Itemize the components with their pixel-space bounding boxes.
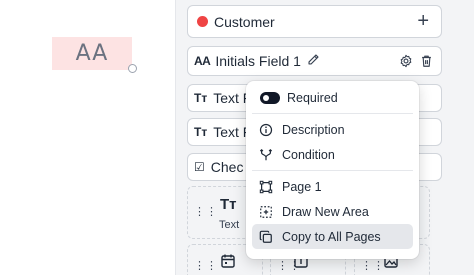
field-name[interactable]: Initials Field 1 [215,53,301,69]
submitter-name: Customer [214,13,275,30]
pencil-icon[interactable] [307,53,320,69]
menu-item-label: Description [282,122,345,137]
text-type-icon: Tт [194,125,208,139]
info-circle-icon [258,122,274,138]
drag-handle-icon[interactable]: ⋮⋮ [361,261,385,272]
checkbox-icon: ☑ [194,160,205,174]
toggle-on-icon[interactable] [260,91,280,104]
drag-handle-icon[interactable]: ⋮⋮ [194,207,218,218]
menu-item-condition[interactable]: Condition [252,142,413,167]
menu-item-label: Required [287,90,338,105]
plus-icon[interactable]: + [417,10,429,32]
trash-icon[interactable] [420,54,433,71]
menu-item-label: Copy to All Pages [282,229,381,244]
selected-field-row[interactable]: AA Initials Field 1 [187,46,442,76]
initials-text: AA [75,41,109,66]
divider [176,0,186,275]
gear-icon[interactable] [399,54,413,71]
frame-icon [258,179,274,195]
document-canvas[interactable]: AA [0,0,176,275]
menu-item-required[interactable]: Required [252,85,413,110]
submitter-selector[interactable]: Customer + [187,5,442,38]
menu-item-label: Page 1 [282,179,322,194]
initials-field-area[interactable]: AA [52,37,132,70]
menu-item-label: Draw New Area [282,204,369,219]
text-type-icon: Tт [194,91,208,105]
field-context-menu: Required Description Condition Page 1 Dr… [246,81,419,259]
menu-item-page[interactable]: Page 1 [252,174,413,199]
menu-item-copy-to-all-pages[interactable]: Copy to All Pages [252,224,413,249]
submitter-color-dot [197,16,208,27]
menu-item-description[interactable]: Description [252,117,413,142]
menu-divider [252,170,413,171]
menu-divider [252,113,413,114]
dashed-plus-square-icon [258,204,274,220]
copy-icon [258,229,274,245]
branch-icon [258,147,274,163]
menu-item-label: Condition [282,147,335,162]
drag-handle-icon[interactable]: ⋮⋮ [194,261,218,272]
menu-item-draw-new-area[interactable]: Draw New Area [252,199,413,224]
initials-type-icon: AA [194,54,211,68]
text-type-icon: Tт [220,196,237,213]
tile-label: Text [219,219,240,231]
resize-handle[interactable] [128,64,137,73]
calendar-icon [220,253,236,274]
field-row-label: Chec [210,159,244,175]
